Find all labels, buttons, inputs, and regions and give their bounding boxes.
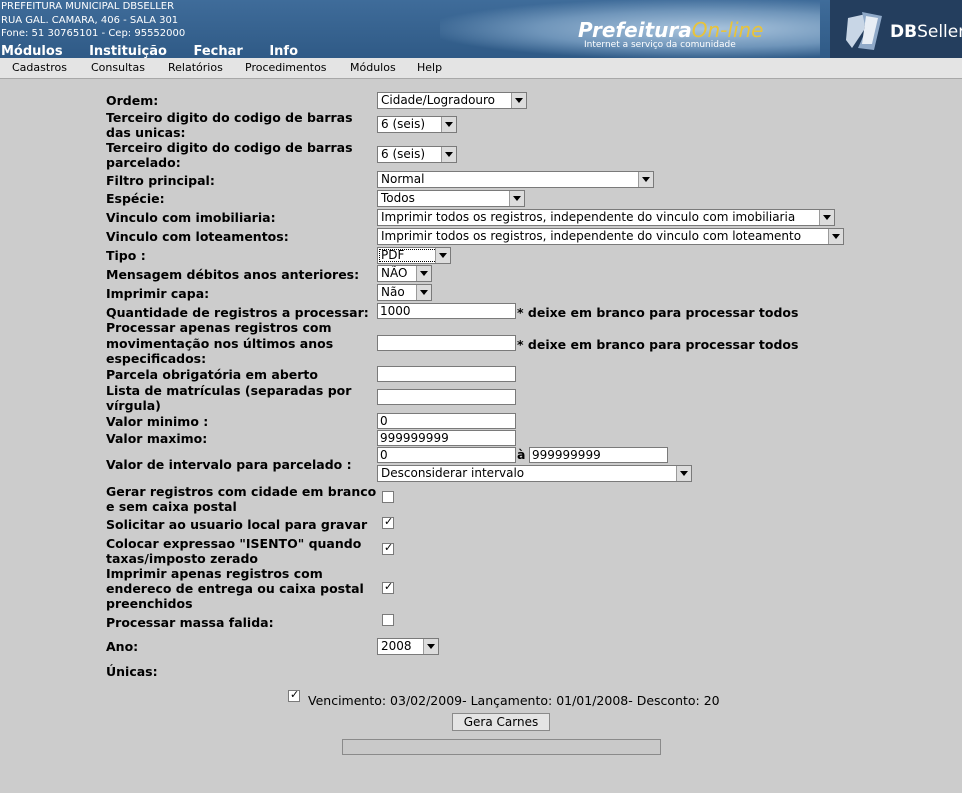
dbseller-logo: DBSeller: [830, 0, 962, 58]
chevron-down-icon: [416, 285, 431, 300]
quantidade-input[interactable]: 1000: [377, 303, 516, 319]
org-phone: Fone: 51 30765101 - Cep: 95552000: [1, 28, 186, 39]
especie-select[interactable]: Todos: [377, 190, 525, 207]
intervalo-separator: à: [517, 447, 526, 462]
quantidade-label: Quantidade de registros a processar:: [106, 305, 369, 320]
chevron-down-icon: [441, 147, 456, 162]
chevron-down-icon: [819, 210, 834, 225]
terc-parcelado-select[interactable]: 6 (seis): [377, 146, 457, 163]
filtro-label: Filtro principal:: [106, 173, 215, 188]
prefeitura-online-logo: PrefeituraOn-line Internet a serviço da …: [578, 18, 764, 50]
org-address: RUA GAL. CAMARA, 406 - SALA 301: [1, 14, 179, 26]
chevron-down-icon: [423, 639, 438, 654]
top-nav: Módulos Instituição Fechar Info: [1, 44, 320, 58]
intervalo-label: Valor de intervalo para parcelado :: [106, 457, 352, 472]
valor-min-label: Valor minimo :: [106, 414, 209, 429]
endereco-checkbox[interactable]: [382, 580, 394, 594]
tipo-select[interactable]: PDF: [377, 247, 451, 264]
mensagem-label: Mensagem débitos anos anteriores:: [106, 267, 360, 282]
endereco-label-1: Imprimir apenas registros com: [106, 566, 323, 581]
menu-help[interactable]: Help: [417, 61, 442, 74]
menu-cadastros[interactable]: Cadastros: [12, 61, 67, 74]
solicitar-label: Solicitar ao usuario local para gravar: [106, 517, 368, 532]
header-banner: PREFEITURA MUNICIPAL DBSELLER RUA GAL. C…: [0, 0, 962, 58]
valor-max-label: Valor maximo:: [106, 431, 208, 446]
menu-modulos[interactable]: Módulos: [350, 61, 396, 74]
ano-label: Ano:: [106, 639, 139, 654]
nav-modulos[interactable]: Módulos: [1, 44, 63, 58]
solicitar-checkbox[interactable]: [382, 515, 394, 529]
chevron-down-icon: [441, 117, 456, 132]
ano-select[interactable]: 2008: [377, 638, 439, 655]
massa-falida-label: Processar massa falida:: [106, 615, 274, 630]
org-name: PREFEITURA MUNICIPAL DBSELLER: [1, 1, 175, 12]
chevron-down-icon: [435, 248, 450, 263]
quantidade-hint: * deixe em branco para processar todos: [517, 305, 799, 320]
matriculas-label-1: Lista de matrículas (separadas por: [106, 383, 352, 398]
movimentacao-label-1: Processar apenas registros com: [106, 320, 332, 335]
cidade-branco-checkbox[interactable]: [382, 491, 394, 503]
isento-label-1: Colocar expressao "ISENTO" quando: [106, 536, 362, 551]
valor-max-input[interactable]: 999999999: [377, 430, 516, 446]
nav-fechar[interactable]: Fechar: [193, 44, 242, 58]
filtro-select[interactable]: Normal: [377, 171, 654, 188]
menu-bar: Cadastros Consultas Relatórios Procedime…: [0, 58, 962, 79]
endereco-label-3: preenchidos: [106, 596, 193, 611]
movimentacao-label-3: especificados:: [106, 351, 207, 366]
nav-instituicao[interactable]: Instituição: [89, 44, 167, 58]
intervalo-select[interactable]: Desconsiderar intervalo: [377, 465, 692, 482]
parcela-label: Parcela obrigatória em aberto: [106, 367, 318, 382]
dbseller-mark-icon: [846, 12, 882, 50]
intervalo-from-input[interactable]: 0: [377, 447, 516, 463]
capa-select[interactable]: Não: [377, 284, 432, 301]
ordem-select[interactable]: Cidade/Logradouro: [377, 92, 527, 109]
nav-info[interactable]: Info: [269, 44, 298, 58]
especie-label: Espécie:: [106, 191, 165, 206]
vencimento-text: Vencimento: 03/02/2009- Lançamento: 01/0…: [308, 693, 720, 708]
cidade-branco-label-1: Gerar registros com cidade em branco: [106, 484, 377, 499]
terc-unicas-select[interactable]: 6 (seis): [377, 116, 457, 133]
terc-unicas-label-2: das unicas:: [106, 125, 186, 140]
endereco-label-2: endereco de entrega ou caixa postal: [106, 581, 364, 596]
vencimento-checkbox[interactable]: [288, 688, 300, 702]
menu-consultas[interactable]: Consultas: [91, 61, 145, 74]
terc-parcelado-label-2: parcelado:: [106, 155, 181, 170]
gera-carnes-button[interactable]: Gera Carnes: [452, 713, 550, 731]
progress-bar: [342, 739, 661, 755]
valor-min-input[interactable]: 0: [377, 413, 516, 429]
isento-label-2: taxas/imposto zerado: [106, 551, 259, 566]
menu-procedimentos[interactable]: Procedimentos: [245, 61, 327, 74]
chevron-down-icon: [676, 466, 691, 481]
tipo-label: Tipo :: [106, 248, 146, 263]
chevron-down-icon: [828, 229, 843, 244]
chevron-down-icon: [509, 191, 524, 206]
movimentacao-label-2: movimentação nos últimos anos: [106, 336, 334, 351]
parcela-input[interactable]: [377, 366, 516, 382]
loteamentos-select[interactable]: Imprimir todos os registros, independent…: [377, 228, 844, 245]
terc-unicas-label-1: Terceiro digito do codigo de barras: [106, 110, 353, 125]
ordem-label: Ordem:: [106, 93, 159, 108]
org-info: PREFEITURA MUNICIPAL DBSELLER RUA GAL. C…: [1, 0, 185, 41]
massa-falida-checkbox[interactable]: [382, 614, 394, 626]
loteamentos-label: Vinculo com loteamentos:: [106, 229, 289, 244]
mensagem-select[interactable]: NÃO: [377, 265, 432, 282]
movimentacao-hint: * deixe em branco para processar todos: [517, 337, 799, 352]
terc-parcelado-label-1: Terceiro digito do codigo de barras: [106, 140, 353, 155]
imobiliaria-select[interactable]: Imprimir todos os registros, independent…: [377, 209, 835, 226]
intervalo-to-input[interactable]: 999999999: [529, 447, 668, 463]
chevron-down-icon: [511, 93, 526, 108]
unicas-label: Únicas:: [106, 664, 158, 679]
chevron-down-icon: [416, 266, 431, 281]
imobiliaria-label: Vinculo com imobiliaria:: [106, 210, 276, 225]
capa-label: Imprimir capa:: [106, 286, 210, 301]
chevron-down-icon: [638, 172, 653, 187]
matriculas-label-2: vírgula): [106, 398, 161, 413]
isento-checkbox[interactable]: [382, 541, 394, 555]
matriculas-input[interactable]: [377, 389, 516, 405]
movimentacao-input[interactable]: [377, 335, 516, 351]
menu-relatorios[interactable]: Relatórios: [168, 61, 223, 74]
cidade-branco-label-2: e sem caixa postal: [106, 499, 237, 514]
